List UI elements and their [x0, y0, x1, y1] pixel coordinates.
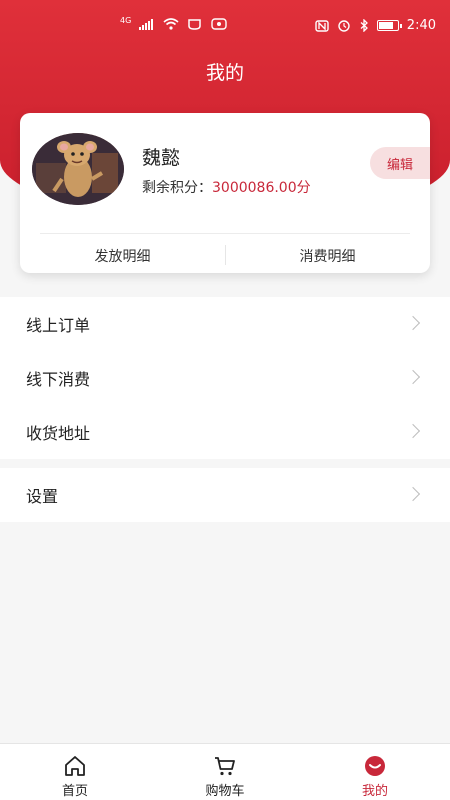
- chevron-right-icon: [405, 486, 421, 502]
- points-label: 剩余积分：: [142, 180, 212, 196]
- menu-item-offline-consumption[interactable]: 线下消费: [0, 351, 450, 405]
- status-left: 4G: [120, 15, 227, 30]
- nav-item-mine[interactable]: 我的: [300, 744, 450, 800]
- nav-label: 首页: [61, 784, 88, 799]
- menu-group-orders: 线上订单 线下消费 收货地址: [0, 297, 450, 459]
- cart-icon: [215, 757, 235, 776]
- chevron-right-icon: [405, 369, 421, 385]
- profile-icon: [365, 756, 385, 776]
- status-bar: 4G 2:40: [0, 0, 450, 52]
- points-value: 3000086.00分: [212, 180, 311, 196]
- wifi-icon: [163, 18, 179, 30]
- battery-icon: [376, 20, 402, 31]
- bottom-nav: 首页 购物车 我的: [0, 743, 450, 800]
- menu-group-settings: 设置: [0, 468, 450, 522]
- bluetooth-icon: [360, 19, 368, 32]
- nfc-icon: [315, 19, 329, 32]
- tab-issuance-details[interactable]: 发放明细: [20, 239, 225, 273]
- cup-icon: [188, 19, 202, 30]
- points-row: 剩余积分： 3000086.00分: [142, 177, 311, 197]
- menu-item-label: 收货地址: [26, 424, 91, 443]
- nav-item-home[interactable]: 首页: [0, 744, 150, 800]
- signal-icon: [139, 18, 155, 30]
- status-time: 2:40: [406, 18, 436, 33]
- menu-item-shipping-address[interactable]: 收货地址: [0, 405, 450, 459]
- menu-item-label: 线上订单: [26, 316, 91, 335]
- tab-consumption-details[interactable]: 消费明细: [225, 239, 430, 273]
- status-right: 2:40: [315, 18, 436, 33]
- nav-label: 购物车: [205, 784, 245, 799]
- edit-profile-button[interactable]: 编辑: [370, 147, 430, 179]
- user-name: 魏懿: [142, 147, 181, 169]
- nav-label: 我的: [361, 784, 388, 799]
- page-title: 我的: [205, 62, 244, 84]
- nav-item-cart[interactable]: 购物车: [150, 744, 300, 800]
- alarm-icon: [338, 20, 350, 32]
- menu-item-online-orders[interactable]: 线上订单: [0, 297, 450, 351]
- card-divider: [40, 233, 410, 234]
- home-icon: [65, 756, 85, 776]
- menu-item-label: 线下消费: [26, 370, 91, 389]
- avatar[interactable]: [32, 133, 124, 205]
- menu-item-settings[interactable]: 设置: [0, 468, 450, 522]
- avatar-image: [32, 133, 124, 205]
- eye-icon: [211, 18, 227, 30]
- chevron-right-icon: [405, 315, 421, 331]
- chevron-right-icon: [405, 423, 421, 439]
- network-type-label: 4G: [120, 15, 132, 25]
- profile-card: 魏懿 剩余积分： 3000086.00分 编辑 发放明细 消费明细: [20, 113, 430, 273]
- menu-item-label: 设置: [26, 487, 59, 506]
